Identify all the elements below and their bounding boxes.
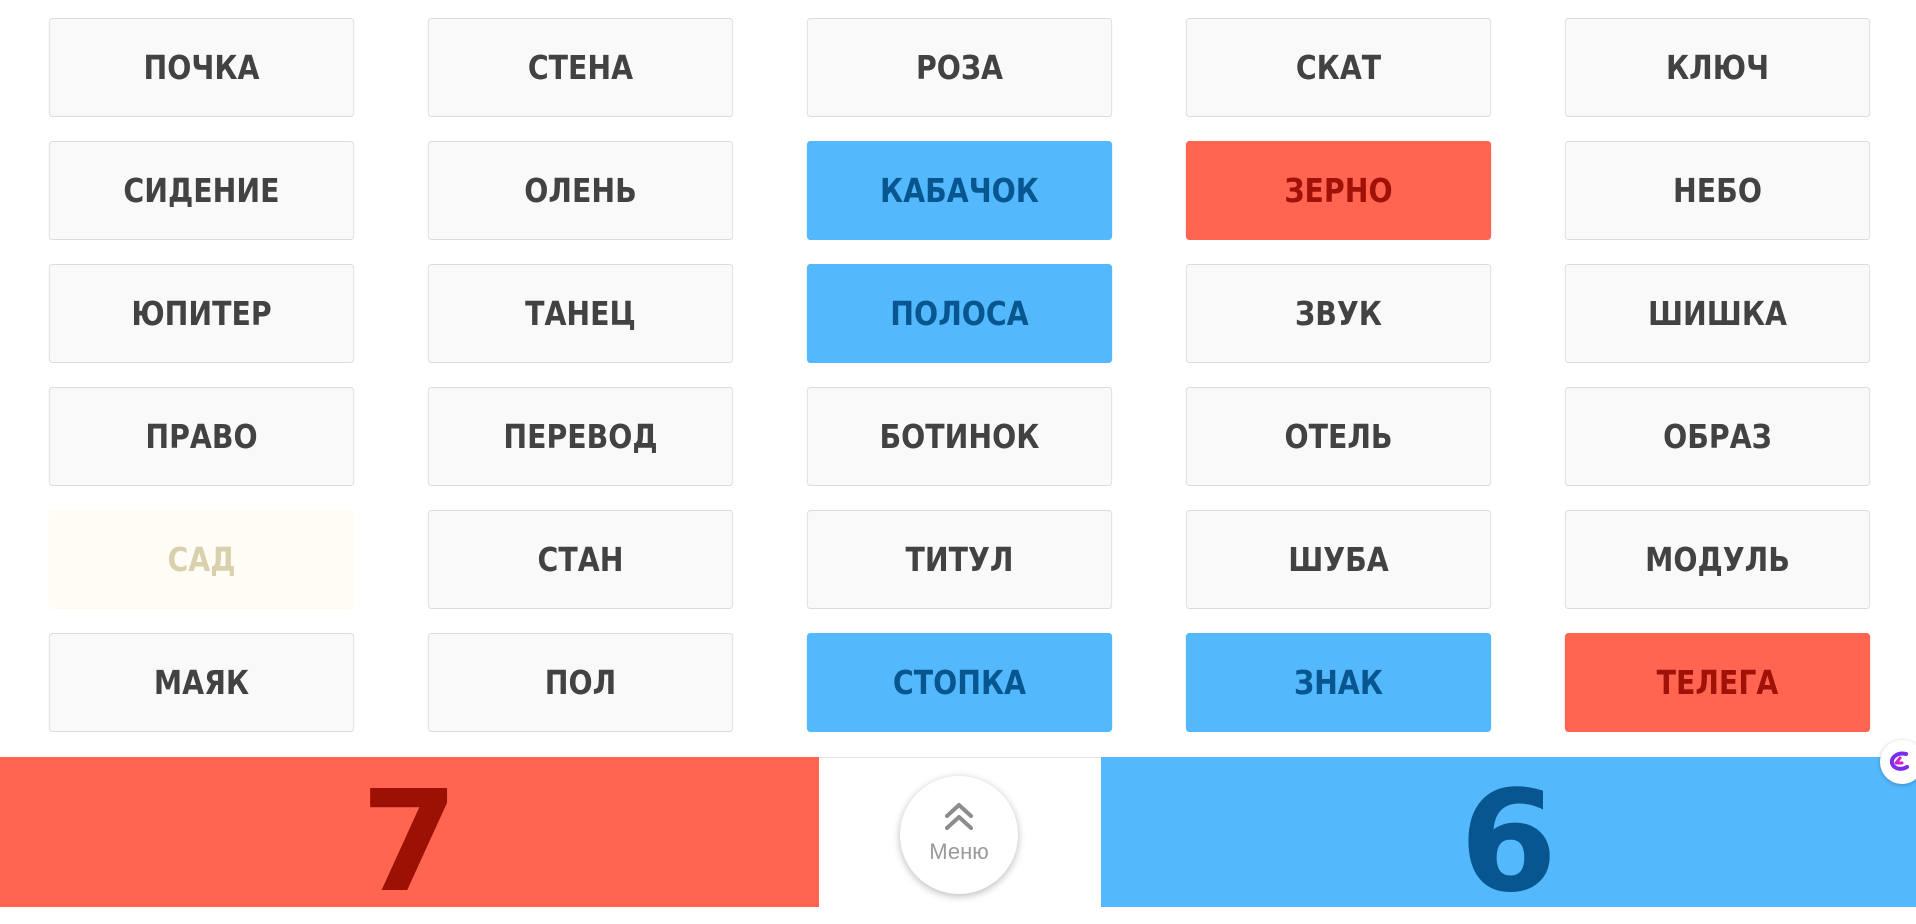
word-card-label: СИДЕНИЕ	[123, 171, 280, 210]
word-card[interactable]: СИДЕНИЕ	[48, 141, 355, 240]
word-card[interactable]: СТЕНА	[427, 18, 734, 117]
word-card-label: ЗВУК	[1295, 294, 1382, 333]
word-card[interactable]: КЛЮЧ	[1564, 18, 1871, 117]
word-card-label: ПОЛ	[544, 663, 617, 702]
word-card[interactable]: ПОЧКА	[48, 18, 355, 117]
blue-team-score-panel: 6	[1101, 757, 1916, 913]
word-card[interactable]: НЕБО	[1564, 141, 1871, 240]
word-card[interactable]: РОЗА	[806, 18, 1113, 117]
word-card-label: МАЯК	[153, 663, 250, 702]
word-card-label: ЗЕРНО	[1284, 171, 1393, 210]
word-card[interactable]: СТАН	[427, 510, 734, 609]
word-card[interactable]: ШУБА	[1185, 510, 1492, 609]
word-card[interactable]: ПОЛ	[427, 633, 734, 732]
word-card-label: САД	[167, 540, 236, 579]
word-card-label: ПРАВО	[145, 417, 258, 456]
word-card[interactable]: КАБАЧОК	[806, 141, 1113, 240]
word-card-label: ОБРАЗ	[1663, 417, 1772, 456]
word-card[interactable]: САД	[48, 510, 355, 609]
floating-assistant-icon	[1889, 751, 1909, 771]
red-team-score-panel: 7	[0, 757, 819, 913]
word-card-label: ТИТУЛ	[905, 540, 1014, 579]
word-card[interactable]: БОТИНОК	[806, 387, 1113, 486]
word-card[interactable]: ОБРАЗ	[1564, 387, 1871, 486]
word-card-label: ОЛЕНЬ	[524, 171, 637, 210]
word-card[interactable]: ТАНЕЦ	[427, 264, 734, 363]
word-card-label: ТАНЕЦ	[525, 294, 636, 333]
word-card[interactable]: ТЕЛЕГА	[1564, 633, 1871, 732]
word-card-label: КАБАЧОК	[879, 171, 1040, 210]
word-card[interactable]: СКАТ	[1185, 18, 1492, 117]
word-card[interactable]: ОТЕЛЬ	[1185, 387, 1492, 486]
word-grid: ПОЧКА СТЕНА РОЗА СКАТ КЛЮЧ СИДЕНИЕ ОЛЕНЬ КАБАЧО…	[24, 18, 1896, 732]
word-card[interactable]: ПОЛОСА	[806, 264, 1113, 363]
word-card[interactable]: ЗЕРНО	[1185, 141, 1492, 240]
menu-button[interactable]: Меню	[900, 776, 1018, 894]
word-card-label: ЗНАК	[1293, 663, 1384, 702]
word-card-label: РОЗА	[915, 48, 1004, 87]
word-card[interactable]: ПРАВО	[48, 387, 355, 486]
word-card-label: СТОПКА	[892, 663, 1027, 702]
floating-assistant-button[interactable]	[1880, 740, 1916, 784]
double-chevron-up-icon	[945, 803, 973, 830]
word-card-label: ПОЛОСА	[890, 294, 1029, 333]
word-card-label: СТАН	[537, 540, 624, 579]
menu-label: Меню	[929, 839, 989, 864]
word-card[interactable]: ЗВУК	[1185, 264, 1492, 363]
word-card-label: СТЕНА	[527, 48, 634, 87]
word-card-label: ШИШКА	[1647, 294, 1788, 333]
word-card-label: КЛЮЧ	[1665, 48, 1770, 87]
word-card-label: МОДУЛЬ	[1645, 540, 1790, 579]
word-card-label: ПЕРЕВОД	[503, 417, 658, 456]
word-card[interactable]: ЮПИТЕР	[48, 264, 355, 363]
word-card-label: НЕБО	[1673, 171, 1762, 210]
word-card-label: ЮПИТЕР	[131, 294, 272, 333]
word-card-label: ПОЧКА	[143, 48, 260, 87]
word-card[interactable]: ПЕРЕВОД	[427, 387, 734, 486]
word-card-label: ШУБА	[1288, 540, 1389, 579]
word-card[interactable]: ОЛЕНЬ	[427, 141, 734, 240]
word-card-label: ОТЕЛЬ	[1284, 417, 1393, 456]
word-card-label: ТЕЛЕГА	[1656, 663, 1779, 702]
word-card[interactable]: ЗНАК	[1185, 633, 1492, 732]
red-team-score: 7	[360, 761, 459, 924]
menu-area: Меню	[819, 757, 1101, 907]
word-card[interactable]: МОДУЛЬ	[1564, 510, 1871, 609]
word-card[interactable]: ШИШКА	[1564, 264, 1871, 363]
word-card[interactable]: ТИТУЛ	[806, 510, 1113, 609]
word-card[interactable]: СТОПКА	[806, 633, 1113, 732]
blue-team-score: 6	[1459, 761, 1558, 924]
scorebar: 7 Меню 6	[0, 757, 1916, 913]
word-card-label: СКАТ	[1295, 48, 1382, 87]
word-card-label: БОТИНОК	[879, 417, 1040, 456]
word-card[interactable]: МАЯК	[48, 633, 355, 732]
